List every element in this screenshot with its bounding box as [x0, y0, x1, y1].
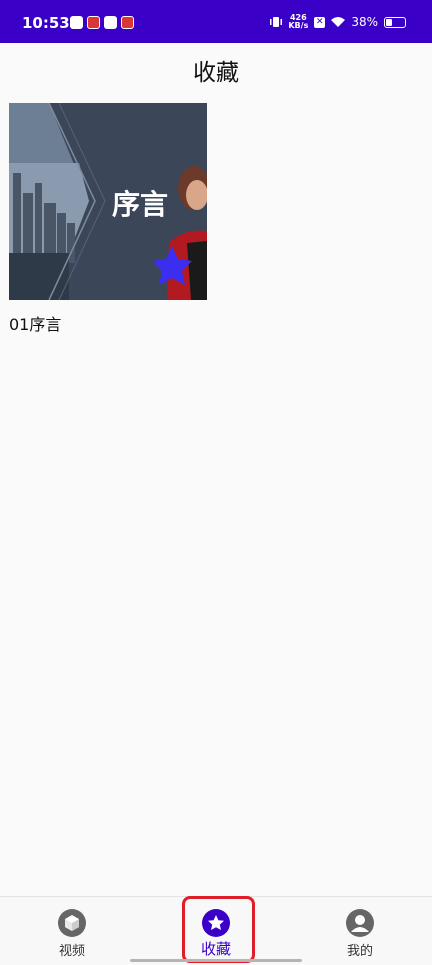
- notification-app-icon: [70, 16, 83, 29]
- notification-app-icon: [87, 16, 100, 29]
- battery-percent: 38%: [351, 15, 378, 29]
- battery-icon: [384, 16, 406, 28]
- no-sim-icon: ✕: [314, 16, 326, 28]
- wifi-icon: [331, 17, 346, 27]
- battery-fill: [386, 18, 392, 26]
- selection-highlight: [182, 896, 255, 963]
- thumbnail-title: 序言: [112, 188, 169, 221]
- home-indicator[interactable]: [130, 959, 302, 962]
- notification-icons: [70, 16, 134, 29]
- network-speed: 426 KB/s: [288, 14, 308, 30]
- page-title: 收藏: [193, 60, 239, 86]
- nav-label-videos: 视频: [58, 944, 85, 959]
- nav-item-mine[interactable]: 我的: [300, 897, 420, 961]
- video-title[interactable]: 01序言: [9, 311, 207, 335]
- thumbnail-art: [9, 103, 207, 300]
- notification-app-icon: [121, 16, 134, 29]
- notification-mail-icon: [104, 16, 117, 29]
- cube-icon: [58, 909, 86, 937]
- status-time: 10:53: [22, 14, 70, 32]
- status-right: 426 KB/s ✕ 38%: [270, 14, 406, 30]
- person-icon: [346, 909, 374, 937]
- video-card[interactable]: 序言 01序言: [9, 103, 207, 335]
- status-bar: 10:53 426 KB/s ✕ 38%: [0, 0, 432, 43]
- nav-item-videos[interactable]: 视频: [12, 897, 132, 961]
- nav-label-mine: 我的: [346, 944, 373, 959]
- video-thumbnail[interactable]: 序言: [9, 103, 207, 300]
- network-speed-unit: KB/s: [288, 21, 309, 30]
- vibrate-icon: [270, 17, 283, 27]
